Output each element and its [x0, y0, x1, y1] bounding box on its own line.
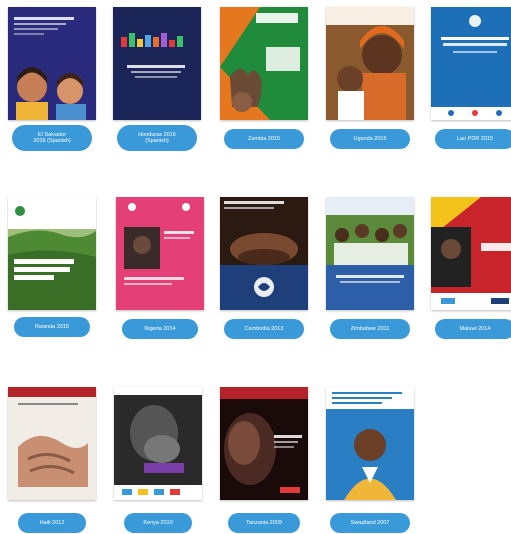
report-link-button[interactable]: Tanzania 2009	[228, 513, 300, 533]
report-cover-image[interactable]	[8, 197, 96, 310]
report-link-button[interactable]: Uganda 2015	[330, 129, 410, 149]
report-link-button[interactable]: Malawi 2014	[435, 319, 511, 339]
report-cover-image[interactable]	[326, 387, 414, 500]
report-cover-image[interactable]	[431, 197, 511, 310]
report-link-button[interactable]: El Salvador 2016 (Spanish)	[12, 125, 92, 151]
report-cover-image[interactable]	[220, 197, 308, 310]
report-link-button[interactable]: Honduras 2016 (Spanish)	[117, 125, 197, 151]
report-cover-image[interactable]	[431, 7, 511, 120]
report-link-button[interactable]: Zambia 2015	[224, 129, 304, 149]
report-cover-image[interactable]	[113, 7, 201, 120]
report-cover-image[interactable]	[326, 197, 414, 310]
report-cover-image[interactable]	[116, 197, 204, 310]
report-cover-image[interactable]	[326, 7, 414, 120]
report-link-button[interactable]: Nigeria 2014	[122, 319, 198, 339]
report-cover-image[interactable]	[220, 7, 308, 120]
report-cover-image[interactable]	[8, 387, 96, 500]
report-link-button[interactable]: Haiti 2012	[18, 513, 86, 533]
report-link-button[interactable]: Lao PDR 2015	[435, 129, 511, 149]
report-link-button[interactable]: Kenya 2010	[124, 513, 192, 533]
report-cover-image[interactable]	[220, 387, 308, 500]
report-link-button[interactable]: Zimbabwe 2011	[330, 319, 410, 339]
report-cover-image[interactable]	[114, 387, 202, 500]
report-link-button[interactable]: Swaziland 2007	[330, 513, 410, 533]
report-cover-image[interactable]	[8, 7, 96, 120]
report-link-button[interactable]: Rwanda 2015	[14, 317, 90, 337]
report-link-button[interactable]: Cambodia 2013	[224, 319, 304, 339]
